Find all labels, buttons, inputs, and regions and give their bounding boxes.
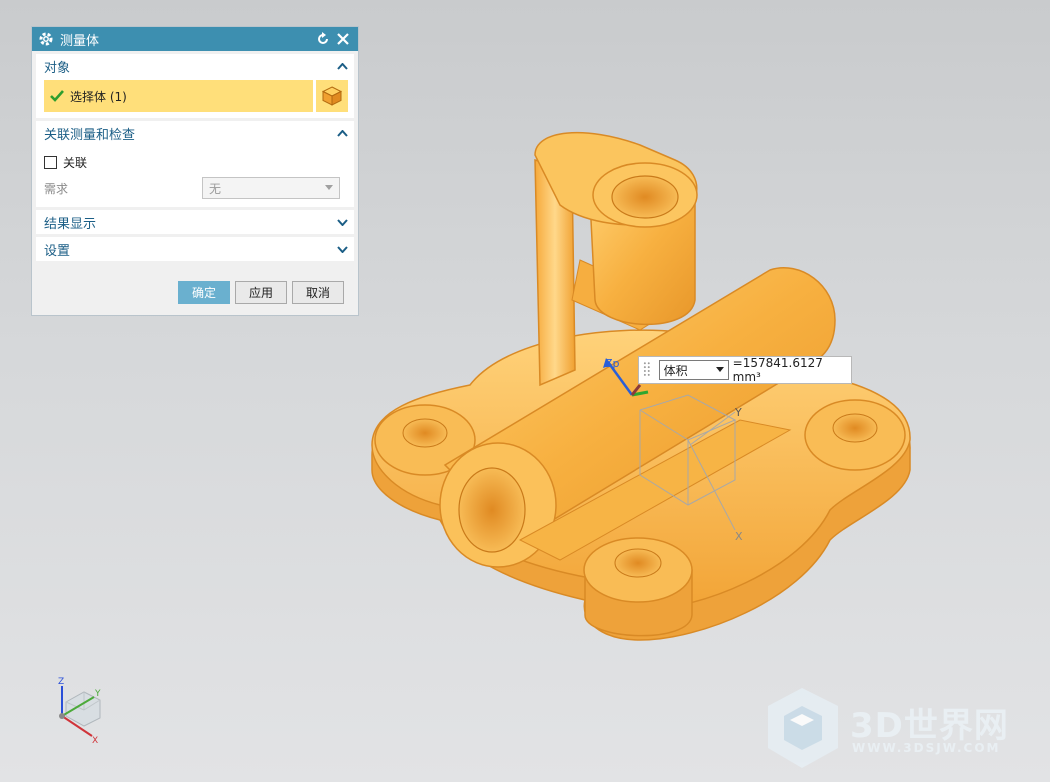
requirement-label: 需求 bbox=[44, 181, 69, 196]
associative-checkbox[interactable] bbox=[44, 155, 57, 169]
section-result-title: 结果显示 bbox=[44, 216, 97, 232]
requirement-value: 无 bbox=[209, 181, 222, 196]
watermark-logo bbox=[768, 688, 838, 768]
y-axis-label: Y bbox=[734, 406, 742, 419]
gear-icon bbox=[39, 32, 53, 46]
reset-button[interactable] bbox=[314, 30, 332, 48]
section-object: 对象 选择体 (1) bbox=[36, 54, 354, 118]
mount-lug-right bbox=[804, 399, 906, 471]
measure-value: =157841.6127 mm³ bbox=[732, 356, 823, 384]
cancel-button[interactable]: 取消 bbox=[292, 281, 344, 304]
measure-type-select[interactable]: 体积 bbox=[658, 360, 729, 380]
section-assoc: 关联测量和检查 关联 需求 无 bbox=[36, 121, 354, 207]
select-body-button[interactable] bbox=[316, 80, 348, 112]
dropdown-arrow-icon bbox=[715, 367, 724, 372]
drag-grip-icon[interactable] bbox=[641, 357, 653, 383]
chevron-up-icon bbox=[337, 62, 348, 70]
close-button[interactable] bbox=[334, 30, 352, 48]
chevron-down-icon bbox=[337, 245, 348, 253]
select-body-field[interactable]: 选择体 (1) bbox=[44, 80, 313, 112]
checkmark-icon bbox=[50, 90, 64, 102]
mount-lug-front bbox=[583, 537, 693, 637]
ok-button[interactable]: 确定 bbox=[178, 281, 230, 304]
dropdown-arrow-icon bbox=[325, 185, 333, 190]
section-object-header[interactable]: 对象 bbox=[36, 54, 354, 78]
section-result-header[interactable]: 结果显示 bbox=[36, 210, 354, 234]
x-axis-label: X bbox=[735, 530, 743, 543]
section-result: 结果显示 bbox=[36, 210, 354, 234]
zp-axis-label: Zp bbox=[605, 357, 620, 370]
dialog-title-bar[interactable]: 测量体 bbox=[32, 27, 358, 51]
triad-x-label: X bbox=[92, 736, 98, 746]
view-triad[interactable]: Z Y X bbox=[58, 677, 101, 746]
select-body-label: 选择体 (1) bbox=[70, 89, 127, 104]
model-part[interactable] bbox=[371, 131, 911, 641]
cube-select-icon bbox=[321, 86, 343, 106]
reset-icon bbox=[318, 32, 328, 44]
close-icon bbox=[337, 33, 349, 45]
dialog-title: 测量体 bbox=[60, 33, 100, 49]
chevron-up-icon bbox=[337, 129, 348, 137]
apply-button[interactable]: 应用 bbox=[235, 281, 287, 304]
section-settings-header[interactable]: 设置 bbox=[36, 237, 354, 261]
section-settings-title: 设置 bbox=[44, 243, 71, 259]
chevron-down-icon bbox=[337, 218, 348, 226]
watermark-title: 3D世界网 bbox=[850, 706, 1009, 746]
section-assoc-header[interactable]: 关联测量和检查 bbox=[36, 121, 354, 145]
measure-body-dialog: 测量体 对象 选择体 (1) 关联测量和检查 关联 需求 无 结果显示 设置 确… bbox=[31, 26, 359, 316]
requirement-select[interactable]: 无 bbox=[202, 177, 340, 199]
associative-label: 关联 bbox=[63, 155, 88, 170]
section-object-title: 对象 bbox=[44, 60, 71, 76]
measure-type-label: 体积 bbox=[663, 363, 688, 378]
section-settings: 设置 bbox=[36, 237, 354, 261]
section-assoc-title: 关联测量和检查 bbox=[44, 127, 136, 143]
watermark-subtitle: WWW.3DSJW.COM bbox=[852, 741, 1001, 755]
triad-z-label: Z bbox=[58, 677, 64, 687]
measure-result-box: 体积 =157841.6127 mm³ bbox=[638, 356, 852, 384]
triad-y-label: Y bbox=[94, 689, 101, 699]
